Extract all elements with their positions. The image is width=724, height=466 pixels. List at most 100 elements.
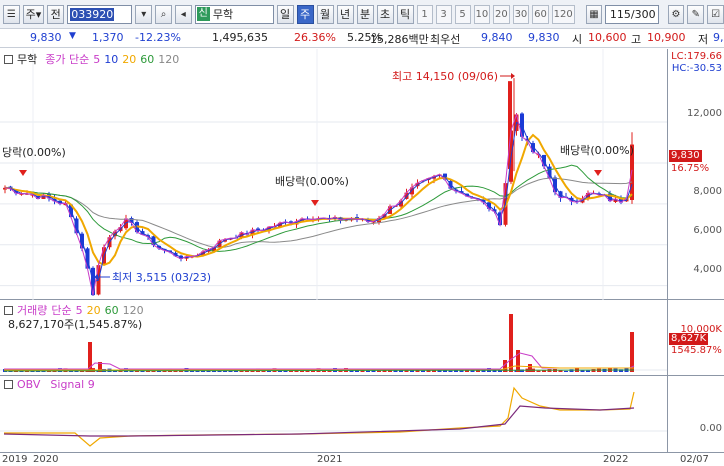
annotation-high: 최고 14,150 (09/06) [392, 70, 498, 83]
y-tick-8000: 8,000 [693, 186, 722, 197]
obv-legend-title: OBV [17, 378, 41, 391]
list-icon[interactable]: ☰ [3, 4, 20, 24]
volume-spike [528, 364, 532, 372]
price-chart[interactable]: 최고 14,150 (09/06) 최저 3,515 (03/23) 당락(0.00… [0, 49, 667, 300]
open-label: 시 [572, 33, 583, 46]
volume-bar [421, 370, 425, 372]
legend-title: 종가 단순 [45, 53, 90, 66]
last-pct-flag: 16.75% [671, 163, 710, 174]
obv-legend: OBV Signal 9 [4, 378, 95, 391]
interval-5[interactable]: 5 [454, 4, 471, 24]
interval-10[interactable]: 10 [473, 4, 491, 24]
volume-ma5: 5 [75, 303, 83, 317]
low-price: 9, [713, 31, 724, 44]
new-badge: 신 [196, 7, 210, 21]
volume-spike [509, 314, 513, 372]
interval-1[interactable]: 1 [416, 4, 433, 24]
chevron-down-icon[interactable]: ▾ [135, 4, 153, 24]
price-panel[interactable]: 최고 14,150 (09/06) 최저 3,515 (03/23) 당락(0.00… [0, 49, 724, 300]
bid-price: 9,840 [481, 31, 513, 44]
obv-line [4, 386, 635, 447]
speaker-icon[interactable]: ◂ [174, 4, 192, 24]
period-year[interactable]: 년 [336, 4, 354, 24]
dividend-marker-2 [311, 200, 319, 206]
ma120-line [4, 177, 633, 248]
search-icon[interactable]: ⌕ [155, 4, 172, 24]
volume-panel[interactable]: 거래량 단순 5 20 60 120 8,627,170주(1,545.87%)… [0, 300, 724, 376]
price-change: 1,370 [92, 31, 124, 44]
hc-label: HC:-30.53 [671, 63, 722, 74]
low-label: 저 [698, 33, 709, 46]
y-tick-6000: 6,000 [693, 225, 722, 236]
change-percent: -12.23% [135, 31, 181, 44]
interval-3[interactable]: 3 [435, 4, 452, 24]
legend-checkbox[interactable] [4, 54, 13, 64]
annotation-dividend-2: 배당락(0.00%) [275, 175, 349, 188]
legend-ma10: 10 [104, 52, 119, 66]
volume-bar [448, 370, 453, 372]
obv-chart[interactable] [0, 376, 667, 452]
checkbox-icon[interactable]: ☑ [707, 4, 724, 24]
open-price: 10,600 [588, 31, 627, 44]
last-price-flag: 9,830 [669, 150, 702, 162]
obv-y-tick: 0.00 [699, 423, 722, 434]
volume-ma120: 120 [122, 303, 144, 317]
high-label: 고 [631, 33, 642, 46]
obv-signal-label: Signal 9 [50, 378, 95, 391]
type-label: 주 [25, 8, 36, 21]
ma10-line [4, 121, 633, 283]
annotation-dividend-3: 배당락(0.00%) [560, 144, 634, 157]
stock-name: 무학 [212, 8, 234, 21]
obv-panel[interactable]: OBV Signal 9 0.00 [0, 376, 724, 452]
volume-pct-flag: 1545.87% [671, 345, 722, 356]
settings-icon[interactable]: ⚙ [667, 4, 685, 24]
legend-ma20: 20 [122, 52, 137, 66]
toolbar: ☰ 주 ▾ 전 033920 ▾ ⌕ ◂ 신 무학 일 주 월 년 분 초 틱 1… [0, 0, 724, 29]
volume-bar [586, 370, 590, 372]
interval-60[interactable]: 60 [532, 4, 549, 24]
period-tick[interactable]: 틱 [396, 4, 414, 24]
annotation-dividend-1: 당락(0.00%) [2, 146, 66, 159]
data-count-input[interactable]: 115/300 [605, 4, 659, 24]
period-day[interactable]: 일 [276, 4, 294, 24]
obv-legend-checkbox[interactable] [4, 380, 13, 389]
volume-flag: 8,627K [669, 333, 709, 345]
dividend-marker-1 [19, 170, 27, 176]
interval-30[interactable]: 30 [512, 4, 530, 24]
period-second[interactable]: 초 [376, 4, 394, 24]
annotation-low: 최저 3,515 (03/23) [112, 271, 211, 284]
last-volume: 8,627,170주(1,545.87%) [8, 318, 143, 331]
x-tick-2022: 2022 [603, 454, 629, 465]
period-week[interactable]: 주 [296, 4, 314, 24]
stock-name-box[interactable]: 신 무학 [194, 4, 274, 24]
volume-ma60: 60 [104, 303, 119, 317]
legend-ma60: 60 [140, 52, 155, 66]
interval-120[interactable]: 120 [551, 4, 575, 24]
period-month[interactable]: 월 [316, 4, 334, 24]
x-axis: 2019 2020 2021 2022 02/07 [0, 452, 724, 466]
volume-ratio: 26.36% [294, 31, 336, 44]
priority-label: 최우선 [430, 33, 461, 46]
volume-bar [536, 370, 541, 372]
type-select[interactable]: 주 ▾ [22, 4, 45, 24]
stock-code-input[interactable]: 033920 [67, 4, 133, 24]
tools-icon[interactable]: ✎ [687, 4, 705, 24]
stock-code-value: 033920 [70, 7, 115, 21]
interval-20[interactable]: 20 [493, 4, 510, 24]
current-price: 9,830 [30, 31, 62, 44]
dividend-marker-3 [594, 170, 602, 176]
volume: 1,495,635 [212, 31, 268, 44]
high-price: 10,900 [647, 31, 686, 44]
x-tick-2020: 2020 [33, 454, 59, 465]
volume-legend-checkbox[interactable] [4, 305, 13, 315]
volume-bar [564, 370, 568, 372]
y-tick-4000: 4,000 [693, 264, 722, 275]
period-minute[interactable]: 분 [356, 4, 374, 24]
grid-icon[interactable]: ▦ [585, 4, 603, 24]
x-tick-2019: 2019 [2, 454, 28, 465]
legend-ma5: 5 [93, 52, 101, 66]
x-tick-2021: 2021 [317, 454, 343, 465]
market-dropdown[interactable]: 전 [47, 4, 65, 24]
x-tick-date: 02/07 [680, 454, 709, 465]
ask-price: 9,830 [528, 31, 560, 44]
